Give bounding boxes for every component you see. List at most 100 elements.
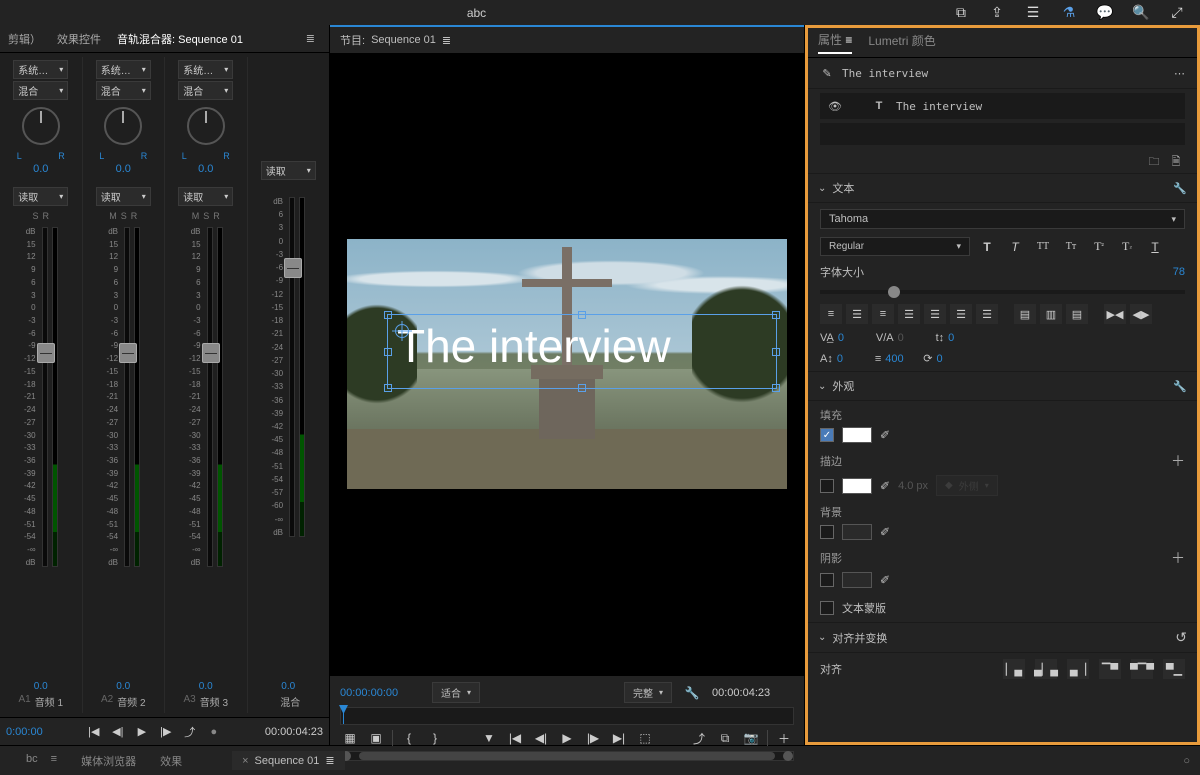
tab-effects-panel[interactable]: 效果 <box>150 749 192 773</box>
record-button[interactable]: ● <box>206 726 222 738</box>
align-hcenter-button[interactable]: ▄▏▄ <box>1035 659 1057 679</box>
align-middle-button[interactable]: ▥ <box>1040 304 1062 324</box>
pan-knob[interactable] <box>187 107 225 145</box>
wrench-icon[interactable]: 🔧 <box>1173 182 1187 195</box>
timeline-zoom-icon[interactable]: ○ <box>1183 755 1190 767</box>
tab-effects[interactable]: 效果控件 <box>49 31 109 47</box>
more-options-icon[interactable]: ⋯ <box>1174 67 1185 80</box>
zoom-select[interactable]: 适合 <box>432 682 480 703</box>
in-point-button[interactable]: { <box>399 729 419 747</box>
resolution-select[interactable]: 完整 <box>624 682 672 703</box>
add-marker-button[interactable]: ▼ <box>479 729 499 747</box>
align-right-edge-button[interactable]: ▄▕ <box>1067 659 1089 679</box>
volume-fader[interactable] <box>42 227 48 567</box>
goto-out-button[interactable]: ▶| <box>609 729 629 747</box>
fill-checkbox[interactable] <box>820 428 834 442</box>
justify-left-button[interactable]: ☰ <box>898 304 920 324</box>
new-folder-icon[interactable]: 🗀 <box>1147 155 1161 169</box>
stroke-color-swatch[interactable] <box>842 478 872 494</box>
background-color-swatch[interactable] <box>842 524 872 540</box>
eyedropper-icon[interactable]: ✐ <box>880 428 890 442</box>
program-tab-name[interactable]: Sequence 01 <box>371 34 436 46</box>
expand-icon[interactable]: ⤢ <box>1169 5 1185 21</box>
justify-center-button[interactable]: ☰ <box>924 304 946 324</box>
stroke-checkbox[interactable] <box>820 479 834 493</box>
read-select[interactable]: 读取 <box>261 161 316 180</box>
tab-properties[interactable]: 属性 ≡ <box>818 31 852 54</box>
rotate-control[interactable]: ⟳0 <box>923 352 956 365</box>
align-bottom-button[interactable]: ▤ <box>1066 304 1088 324</box>
font-size-value[interactable]: 78 <box>1173 266 1185 278</box>
panel-menu-icon[interactable]: ≣ <box>442 34 451 47</box>
prev-button[interactable]: |◀ <box>86 725 102 738</box>
superscript-button[interactable]: T² <box>1088 238 1110 256</box>
text-selection-box[interactable] <box>387 314 777 389</box>
tab-audio-mixer[interactable]: 音轨混合器: Sequence 01 <box>109 31 251 47</box>
step-fwd-button[interactable]: |▶ <box>583 729 603 747</box>
close-tab-icon[interactable]: × <box>242 755 248 767</box>
system-select[interactable]: 系统… <box>96 60 151 79</box>
lift-button[interactable]: ⬚ <box>635 729 655 747</box>
program-timeline-ruler[interactable] <box>340 707 794 725</box>
system-select[interactable]: 系统… <box>178 60 233 79</box>
panel-menu-icon[interactable]: ≣ <box>325 754 334 767</box>
italic-button[interactable]: T <box>1004 238 1026 256</box>
flask-icon[interactable]: ⚗ <box>1061 5 1077 21</box>
eyedropper-icon[interactable]: ✐ <box>880 525 890 539</box>
settings-icon[interactable]: ☰ <box>1025 5 1041 21</box>
smallcaps-button[interactable]: Tᴛ <box>1060 238 1082 256</box>
out-point-button[interactable]: } <box>425 729 445 747</box>
subscript-button[interactable]: T₂ <box>1116 238 1138 256</box>
step-fwd-button[interactable]: |▶ <box>158 725 174 738</box>
chat-icon[interactable]: 💬 <box>1097 5 1113 21</box>
new-layer-icon[interactable]: 🗎 <box>1169 155 1183 169</box>
tab-lumetri[interactable]: Lumetri 颜色 <box>868 32 935 53</box>
play-button[interactable]: ▶ <box>134 725 150 738</box>
sequence-tab[interactable]: × Sequence 01 ≣ <box>232 751 345 770</box>
eye-icon[interactable]: 👁 <box>828 99 842 113</box>
font-size-slider[interactable] <box>820 290 1185 294</box>
tab-media-browser[interactable]: 媒体浏览器 <box>71 749 146 773</box>
tategaki-button[interactable]: ▶◀ <box>1104 304 1126 324</box>
leading-control[interactable]: A↕0 <box>820 353 857 365</box>
reset-icon[interactable]: ↺ <box>1175 629 1187 646</box>
section-align-header[interactable]: ⌄ 对齐并变换 ↺ <box>808 622 1197 653</box>
pan-knob[interactable] <box>22 107 60 145</box>
stroke-width-value[interactable]: 4.0 px <box>898 480 928 492</box>
underline-button[interactable]: T <box>1144 238 1166 256</box>
shadow-checkbox[interactable] <box>820 573 834 587</box>
export-button[interactable]: ⤴ <box>182 724 198 740</box>
align-center-button[interactable]: ☰ <box>846 304 868 324</box>
align-bottom-edge-button[interactable]: ▀▁ <box>1163 659 1185 679</box>
tab-clip[interactable]: 剪辑） <box>0 31 49 47</box>
read-select[interactable]: 读取 <box>178 187 233 206</box>
export-frame-button[interactable]: ⤴ <box>689 729 709 747</box>
program-preview[interactable]: The interview <box>330 53 804 675</box>
timecode-in[interactable]: 0:00:00 <box>6 726 43 738</box>
text-mask-checkbox[interactable] <box>820 601 834 615</box>
share-icon[interactable]: ⇪ <box>989 5 1005 21</box>
timecode-out[interactable]: 00:00:04:23 <box>265 726 323 738</box>
text-layer-row[interactable]: 👁 T The interview <box>820 93 1185 119</box>
timecode-duration[interactable]: 00:00:04:23 <box>712 687 794 699</box>
font-family-select[interactable]: Tahoma <box>820 209 1185 229</box>
stroke-position-select[interactable]: ◆ 外侧 <box>936 475 998 496</box>
justify-all-button[interactable]: ☰ <box>976 304 998 324</box>
font-weight-select[interactable]: Regular <box>820 237 970 256</box>
align-right-button[interactable]: ≡ <box>872 304 894 324</box>
camera-icon[interactable]: 📷 <box>741 729 761 747</box>
align-vcenter-button[interactable]: ▀▔▀ <box>1131 659 1153 679</box>
baseline-control[interactable]: ≡400 <box>875 353 905 365</box>
tab-project[interactable]: bc ≡ <box>6 749 67 773</box>
step-back-button[interactable]: ◀| <box>531 729 551 747</box>
section-text-header[interactable]: ⌄ 文本 🔧 <box>808 173 1197 203</box>
mix-select[interactable]: 混合 <box>178 81 233 100</box>
read-select[interactable]: 读取 <box>13 187 68 206</box>
add-shadow-button[interactable]: ＋ <box>1171 548 1185 568</box>
background-checkbox[interactable] <box>820 525 834 539</box>
wrench-icon[interactable]: 🔧 <box>682 684 702 702</box>
allcaps-button[interactable]: TT <box>1032 238 1054 256</box>
goto-in-button[interactable]: |◀ <box>505 729 525 747</box>
comparison-button[interactable]: ⧉ <box>715 729 735 747</box>
eyedropper-icon[interactable]: ✐ <box>880 573 890 587</box>
